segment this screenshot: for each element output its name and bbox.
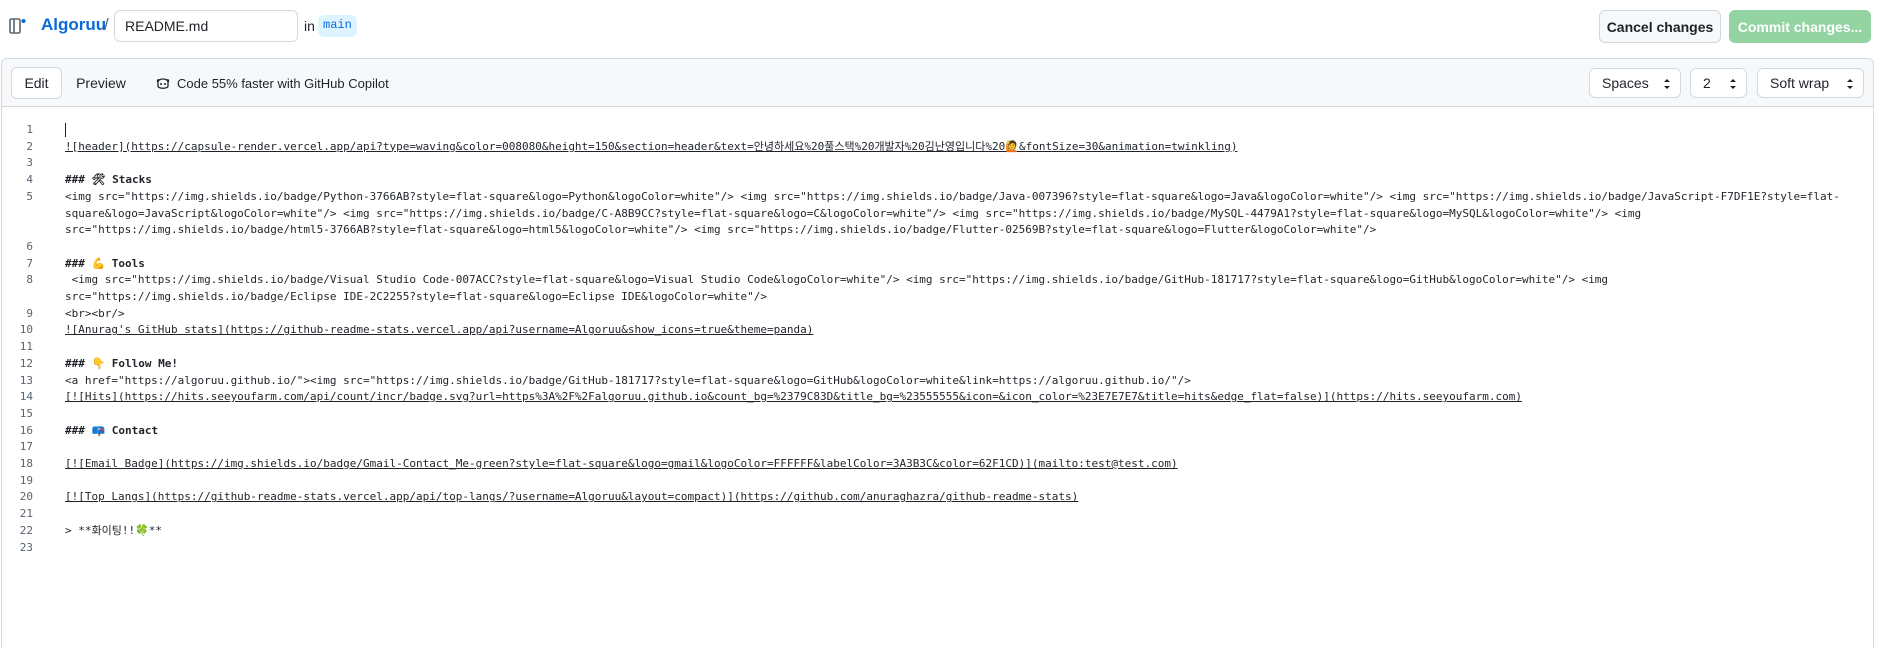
indent-size-select[interactable]: 2	[1690, 68, 1747, 98]
wrap-mode-value: Soft wrap	[1770, 75, 1830, 91]
tab-preview[interactable]: Preview	[68, 67, 134, 99]
text-cursor	[65, 123, 66, 137]
file-name-input[interactable]	[114, 10, 298, 42]
commit-changes-button[interactable]: Commit changes...	[1729, 10, 1871, 43]
updown-chevron-icon	[1730, 79, 1736, 89]
code-line[interactable]: 23	[2, 538, 1873, 558]
tab-edit[interactable]: Edit	[11, 67, 62, 99]
cancel-changes-button[interactable]: Cancel changes	[1599, 10, 1721, 43]
updown-chevron-icon	[1847, 79, 1853, 89]
sidebar-toggle-icon[interactable]	[9, 17, 27, 35]
indent-mode-select[interactable]: Spaces	[1589, 68, 1681, 98]
in-label: in	[304, 18, 315, 34]
line-number: 23	[19, 540, 33, 554]
repo-link[interactable]: Algoruu	[41, 15, 106, 35]
updown-chevron-icon	[1664, 79, 1670, 89]
indent-size-value: 2	[1703, 75, 1711, 91]
file-editor: Edit Preview Code 55% faster with GitHub…	[1, 58, 1874, 648]
indent-mode-value: Spaces	[1602, 75, 1649, 91]
wrap-mode-select[interactable]: Soft wrap	[1757, 68, 1864, 98]
copilot-promo-text: Code 55% faster with GitHub Copilot	[177, 75, 389, 91]
top-bar: Algoruu / in main Cancel changes Commit …	[0, 0, 1877, 52]
path-separator: /	[104, 15, 109, 34]
branch-badge[interactable]: main	[318, 15, 357, 37]
copilot-promo[interactable]: Code 55% faster with GitHub Copilot	[155, 75, 389, 91]
editor-toolbar: Edit Preview Code 55% faster with GitHub…	[2, 59, 1873, 107]
copilot-icon	[156, 78, 170, 89]
